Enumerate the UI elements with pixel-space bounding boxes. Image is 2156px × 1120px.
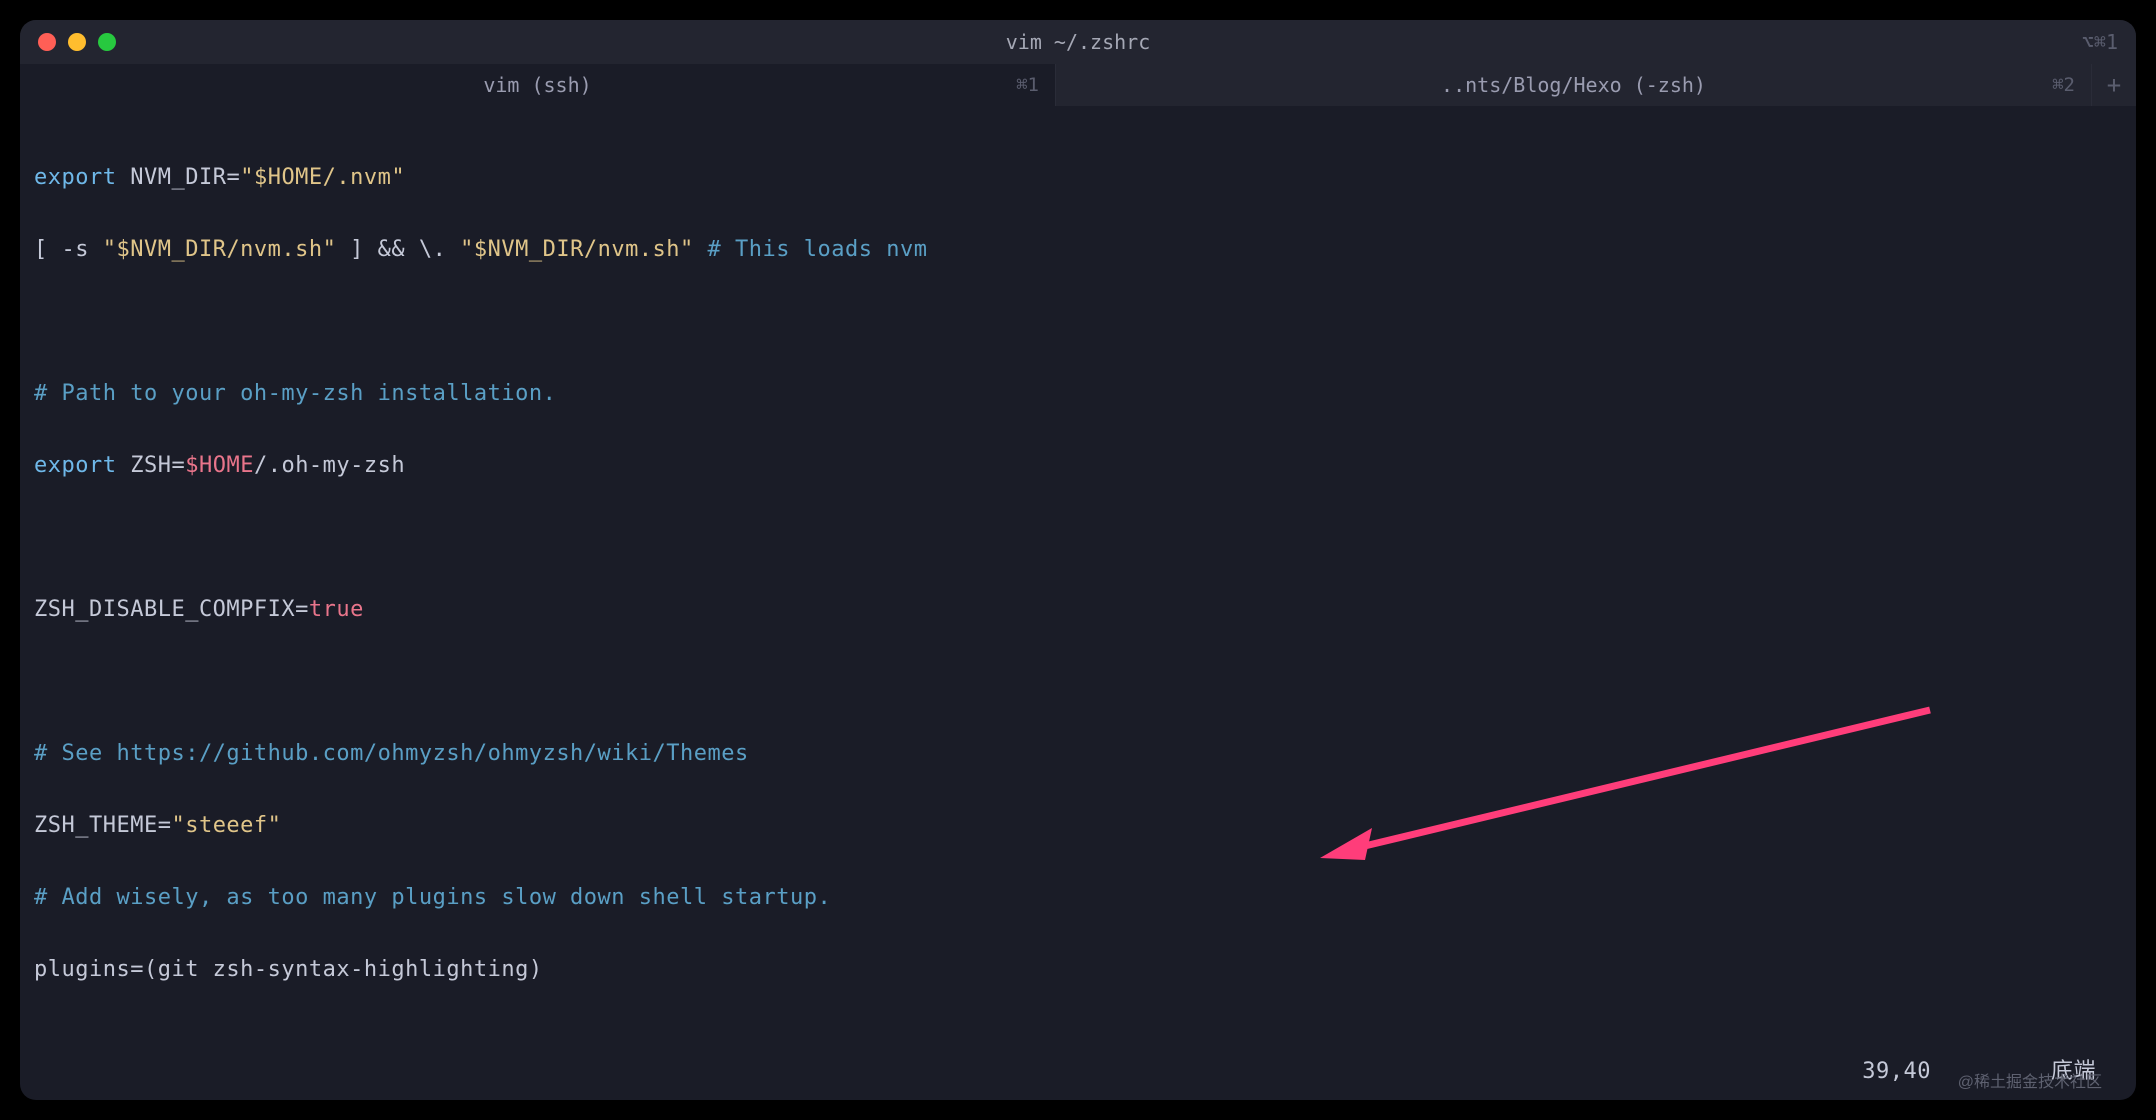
watermark: @稀土掘金技术社区 <box>1958 1068 2102 1092</box>
tab-shortcut: ⌘2 <box>2052 74 2075 96</box>
code-token: # This loads nvm <box>694 237 928 262</box>
tab-vim-ssh[interactable]: vim (ssh) ⌘1 <box>20 64 1056 106</box>
add-tab-button[interactable]: + <box>2092 64 2136 106</box>
code-token: export <box>34 165 116 190</box>
maximize-icon[interactable] <box>98 33 116 51</box>
close-icon[interactable] <box>38 33 56 51</box>
code-token: [ -s <box>34 237 103 262</box>
code-token: "$NVM_DIR/nvm.sh" <box>460 237 694 262</box>
code-token: $HOME <box>185 453 254 478</box>
cursor-position: 39,40 <box>1862 1054 1931 1090</box>
code-token: plugins=(git zsh-syntax-highlighting) <box>34 957 543 982</box>
code-token: ] && \. <box>336 237 460 262</box>
code-token: ZSH= <box>116 453 185 478</box>
tab-label: ..nts/Blog/Hexo (-zsh) <box>1441 73 1706 97</box>
tab-blog-hexo[interactable]: ..nts/Blog/Hexo (-zsh) ⌘2 <box>1056 64 2092 106</box>
code-token: export <box>34 453 116 478</box>
code-token: true <box>309 597 364 622</box>
code-token: # See https://github.com/ohmyzsh/ohmyzsh… <box>34 741 749 766</box>
window-shortcut: ⌥⌘1 <box>2082 30 2118 54</box>
code-token: "steeef" <box>171 813 281 838</box>
tabbar: vim (ssh) ⌘1 ..nts/Blog/Hexo (-zsh) ⌘2 + <box>20 64 2136 106</box>
window-title: vim ~/.zshrc <box>1006 30 1151 54</box>
traffic-lights <box>38 33 116 51</box>
code-token: "$HOME/.nvm" <box>240 165 405 190</box>
code-token: /.oh-my-zsh <box>254 453 405 478</box>
titlebar: vim ~/.zshrc ⌥⌘1 <box>20 20 2136 64</box>
code-token: ZSH_DISABLE_COMPFIX= <box>34 597 309 622</box>
plus-icon: + <box>2107 71 2121 99</box>
code-token: NVM_DIR= <box>116 165 240 190</box>
code-token: "$NVM_DIR/nvm.sh" <box>103 237 337 262</box>
code-token: # Add wisely, as too many plugins slow d… <box>34 885 831 910</box>
tab-label: vim (ssh) <box>483 73 591 97</box>
editor-area[interactable]: export NVM_DIR="$HOME/.nvm" [ -s "$NVM_D… <box>20 106 2136 1100</box>
minimize-icon[interactable] <box>68 33 86 51</box>
code-token: ZSH_THEME= <box>34 813 171 838</box>
terminal-window: vim ~/.zshrc ⌥⌘1 vim (ssh) ⌘1 ..nts/Blog… <box>20 20 2136 1100</box>
code-token: # Path to your oh-my-zsh installation. <box>34 381 556 406</box>
tab-shortcut: ⌘1 <box>1016 74 1039 96</box>
